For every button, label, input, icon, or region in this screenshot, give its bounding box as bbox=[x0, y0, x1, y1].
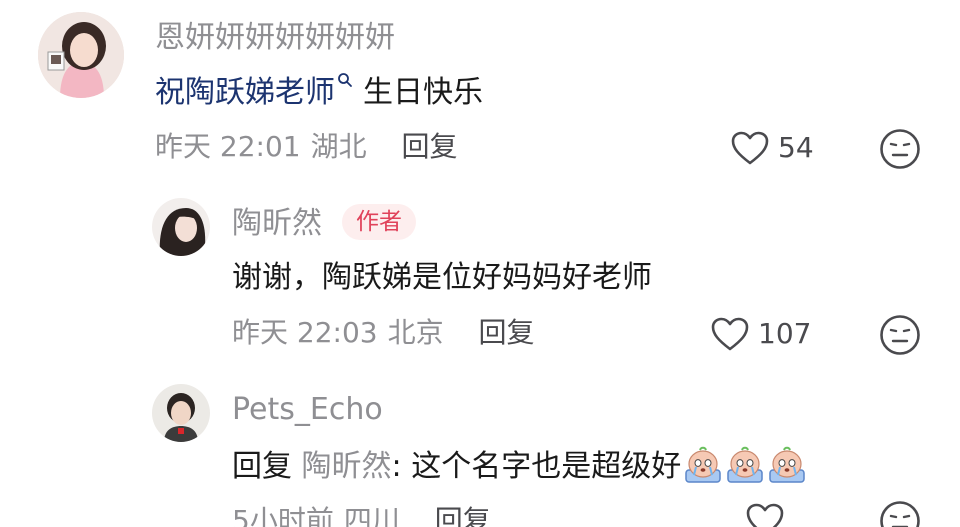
comment-content: 回复 陶昕然: 这个名字也是超级好 bbox=[232, 444, 807, 487]
reply-target-username[interactable]: 陶昕然 bbox=[302, 449, 392, 484]
timestamp: 昨天 22:03 bbox=[232, 316, 378, 349]
neutral-face-icon bbox=[880, 315, 920, 355]
comment-text: 生日快乐 bbox=[363, 75, 483, 110]
heart-outline-icon bbox=[711, 317, 749, 351]
like-button[interactable]: 107 bbox=[710, 314, 811, 354]
dislike-button[interactable] bbox=[879, 128, 921, 170]
username[interactable]: Pets_Echo bbox=[232, 392, 383, 428]
like-count: 54 bbox=[778, 131, 814, 164]
comment-text: : 这个名字也是超级好 bbox=[391, 449, 682, 484]
reply-button[interactable]: 回复 bbox=[479, 316, 535, 349]
reply-button[interactable]: 回复 bbox=[402, 130, 458, 163]
comment-thread: 恩妍妍妍妍妍妍妍 祝陶跃娣老师 生日快乐 昨天 22:01 湖北 回复 54 陶… bbox=[0, 0, 960, 527]
timestamp: 5小时前 bbox=[232, 504, 334, 527]
search-icon[interactable] bbox=[337, 72, 353, 88]
dislike-button[interactable] bbox=[879, 314, 921, 356]
reply-button[interactable]: 回复 bbox=[435, 504, 491, 527]
location: 湖北 bbox=[310, 130, 367, 163]
author-badge: 作者 bbox=[342, 204, 416, 240]
comment-content: 祝陶跃娣老师 生日快乐 bbox=[155, 72, 483, 113]
crying-emoji-icon bbox=[685, 446, 721, 483]
heart-outline-icon bbox=[746, 503, 784, 527]
mention-link[interactable]: 祝陶跃娣老师 bbox=[155, 75, 335, 110]
dislike-button[interactable] bbox=[879, 500, 921, 527]
neutral-face-icon bbox=[880, 501, 920, 527]
comment: 恩妍妍妍妍妍妍妍 祝陶跃娣老师 生日快乐 昨天 22:01 湖北 回复 54 bbox=[0, 0, 960, 190]
like-count: 107 bbox=[758, 317, 812, 350]
location: 四川 bbox=[343, 504, 400, 527]
reply-comment: Pets_Echo 回复 陶昕然: 这个名字也是超级好 5小时前 四川 回复 bbox=[0, 372, 960, 527]
heart-outline-icon bbox=[731, 131, 769, 165]
avatar[interactable] bbox=[38, 12, 124, 98]
comment-meta: 昨天 22:03 北京 回复 bbox=[232, 316, 535, 350]
reply-prefix: 回复 bbox=[232, 449, 292, 484]
reply-comment: 陶昕然 作者 谢谢，陶跃娣是位好妈妈好老师 昨天 22:03 北京 回复 107 bbox=[0, 190, 960, 372]
avatar[interactable] bbox=[152, 198, 210, 256]
avatar[interactable] bbox=[152, 384, 210, 442]
like-button[interactable] bbox=[745, 500, 785, 527]
crying-emoji-icon bbox=[769, 446, 805, 483]
timestamp: 昨天 22:01 bbox=[155, 130, 301, 163]
neutral-face-icon bbox=[880, 129, 920, 169]
comment-meta: 昨天 22:01 湖北 回复 bbox=[155, 130, 458, 164]
like-button[interactable]: 54 bbox=[730, 128, 814, 168]
crying-emoji-icon bbox=[727, 446, 763, 483]
comment-content: 谢谢，陶跃娣是位好妈妈好老师 bbox=[232, 260, 652, 295]
username[interactable]: 陶昕然 bbox=[232, 206, 322, 242]
comment-meta: 5小时前 四川 回复 bbox=[232, 504, 491, 527]
location: 北京 bbox=[387, 316, 444, 349]
username[interactable]: 恩妍妍妍妍妍妍妍 bbox=[155, 20, 395, 56]
